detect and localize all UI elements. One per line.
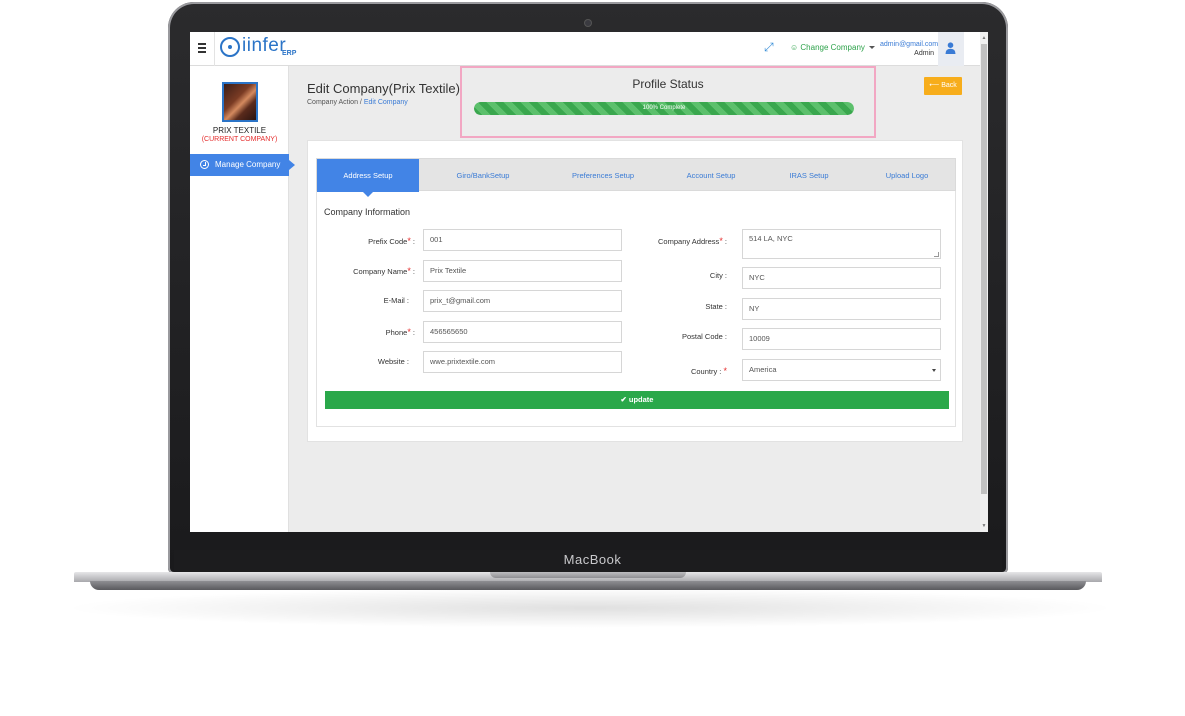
- sidebar-company-name: PRIX TEXTILE: [212, 126, 267, 135]
- laptop-notch: [490, 572, 686, 578]
- city-input[interactable]: NYC: [742, 267, 941, 289]
- tab-iras-setup[interactable]: IRAS Setup: [767, 159, 851, 192]
- company-name-input[interactable]: Prix Textile: [423, 260, 622, 282]
- caret-down-icon: [932, 369, 936, 372]
- clock-icon: [200, 160, 209, 169]
- back-button[interactable]: ⟵ Back: [924, 77, 962, 95]
- check-icon: ✔: [620, 395, 627, 404]
- prefix-code-label: Prefix Code* :: [368, 236, 415, 246]
- prefix-code-input[interactable]: 001: [423, 229, 622, 251]
- fullscreen-icon[interactable]: ⤢: [764, 41, 776, 53]
- menu-toggle-icon[interactable]: [198, 43, 206, 53]
- edit-company-panel: Address Setup Giro/BankSetup Preferences…: [307, 140, 963, 442]
- phone-input[interactable]: 456565650: [423, 321, 622, 343]
- tab-account-setup[interactable]: Account Setup: [665, 159, 757, 192]
- email-input[interactable]: prix_t@gmail.com: [423, 290, 622, 312]
- city-label: City :: [709, 271, 727, 280]
- logo-text: iinfer: [242, 35, 287, 56]
- website-input[interactable]: wwe.prixtextile.com: [423, 351, 622, 373]
- page-title: Edit Company(Prix Textile): [307, 81, 460, 96]
- company-address-label: Company Address* :: [658, 236, 727, 246]
- resize-handle-icon[interactable]: [934, 252, 939, 257]
- scrollbar-thumb[interactable]: [981, 44, 987, 494]
- country-select[interactable]: America: [742, 359, 941, 381]
- profile-status-box: Profile Status 100% Complete: [460, 66, 876, 138]
- state-label: State :: [705, 302, 727, 311]
- user-icon: [945, 42, 956, 54]
- top-navbar: iinfer ERP ⤢ ☺ Change Company admin@gmai…: [190, 32, 988, 66]
- logo-mark-icon: [220, 37, 240, 57]
- caret-down-icon: [869, 46, 876, 50]
- section-title: Company Information: [324, 207, 411, 217]
- company-information-form: Company Information Prefix Code* : 001 C…: [316, 191, 956, 427]
- laptop-base-foot: [90, 581, 1086, 590]
- camera-dot: [585, 20, 591, 26]
- breadcrumb-current[interactable]: Edit Company: [364, 99, 408, 106]
- user-role: Admin: [914, 50, 934, 57]
- sidebar: PRIX TEXTILE (CURRENT COMPANY) Manage Co…: [190, 66, 295, 532]
- update-button-label: update: [628, 395, 654, 404]
- sidebar-item-label: Manage Company: [215, 160, 281, 169]
- company-photo: [222, 82, 258, 122]
- company-address-textarea[interactable]: 514 LA, NYC: [742, 229, 941, 259]
- company-name-label: Company Name* :: [353, 266, 415, 276]
- website-label: Website :: [377, 357, 409, 366]
- tab-address-setup[interactable]: Address Setup: [317, 159, 419, 197]
- email-label: E-Mail :: [383, 296, 409, 305]
- profile-progress-bar: 100% Complete: [474, 102, 854, 115]
- state-input[interactable]: NY: [742, 298, 941, 320]
- postal-code-label: Postal Code :: [681, 332, 727, 341]
- country-label: Country : *: [690, 366, 727, 376]
- phone-label: Phone* :: [385, 327, 415, 337]
- sidebar-item-manage-company[interactable]: Manage Company: [190, 154, 295, 176]
- tab-giro-bank-setup[interactable]: Giro/BankSetup: [431, 159, 535, 192]
- scroll-down-icon[interactable]: ▼: [981, 522, 987, 530]
- sidebar-company-tag: (CURRENT COMPANY): [201, 136, 278, 143]
- logo-subtext: ERP: [282, 50, 297, 57]
- tab-upload-logo[interactable]: Upload Logo: [863, 159, 951, 192]
- profile-status-title: Profile Status: [632, 77, 704, 91]
- back-button-label: Back: [941, 82, 957, 89]
- change-company-dropdown[interactable]: ☺ Change Company: [790, 43, 876, 52]
- breadcrumb-root[interactable]: Company Action: [307, 99, 358, 106]
- company-address-value: 514 LA, NYC: [749, 234, 793, 243]
- arrow-left-icon: ⟵: [929, 82, 940, 89]
- setup-tabs: Address Setup Giro/BankSetup Preferences…: [316, 158, 956, 197]
- postal-code-input[interactable]: 10009: [742, 328, 941, 350]
- laptop-shadow: [60, 588, 1120, 628]
- breadcrumb: Company Action / Edit Company: [307, 99, 408, 106]
- user-avatar-button[interactable]: [938, 32, 964, 66]
- profile-progress-label: 100% Complete: [642, 105, 686, 111]
- logo-divider: [214, 32, 215, 66]
- scroll-up-icon[interactable]: ▲: [981, 34, 987, 42]
- update-button[interactable]: ✔ update: [325, 391, 949, 409]
- user-email[interactable]: admin@gmail.com: [880, 41, 938, 48]
- country-selected-value: America: [749, 365, 777, 374]
- app-screen: iinfer ERP ⤢ ☺ Change Company admin@gmai…: [190, 32, 988, 532]
- laptop-brand-label: MacBook: [563, 552, 622, 567]
- change-company-label: Change Company: [800, 43, 865, 52]
- smile-icon: ☺: [790, 43, 799, 52]
- tab-preferences-setup[interactable]: Preferences Setup: [553, 159, 653, 192]
